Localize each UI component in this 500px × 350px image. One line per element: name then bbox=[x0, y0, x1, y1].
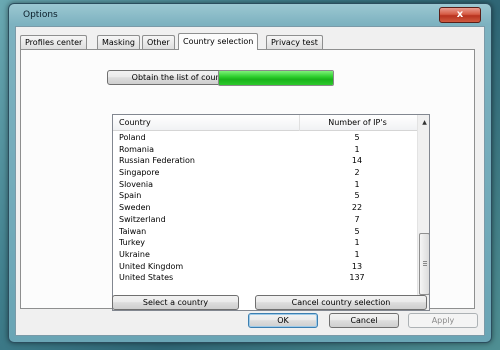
ip-count: 22 bbox=[351, 203, 363, 213]
ip-count: 5 bbox=[354, 191, 360, 201]
country-name: Switzerland bbox=[119, 214, 166, 224]
tab-privacy-test[interactable]: Privacy test bbox=[266, 35, 323, 49]
country-selection-panel: Obtain the list of countries Country Num… bbox=[20, 49, 475, 311]
options-window: Options x Profiles center Masking Other … bbox=[8, 3, 492, 343]
ip-count: 1 bbox=[354, 249, 360, 259]
country-list[interactable]: Country Number of IP's Poland 5 Romania 1 Ru… bbox=[112, 114, 430, 311]
cancel-country-selection-button[interactable]: Cancel country selection bbox=[255, 295, 427, 310]
list-item[interactable]: Poland 5 bbox=[113, 132, 417, 144]
tab-profiles-center[interactable]: Profiles center bbox=[20, 35, 88, 49]
country-name: Spain bbox=[119, 191, 142, 201]
dialog-client-area: Profiles center Masking Other Country se… bbox=[15, 26, 485, 336]
column-header-country[interactable]: Country bbox=[119, 115, 299, 131]
tab-masking[interactable]: Masking bbox=[97, 35, 140, 49]
country-name: Romania bbox=[119, 144, 154, 154]
list-item[interactable]: Taiwan 5 bbox=[113, 226, 417, 238]
close-icon: x bbox=[456, 9, 464, 20]
list-item[interactable]: Switzerland 7 bbox=[113, 214, 417, 226]
select-country-button[interactable]: Select a country bbox=[112, 295, 239, 310]
ip-count: 1 bbox=[354, 238, 360, 248]
country-name: Taiwan bbox=[119, 226, 147, 236]
ip-count: 7 bbox=[354, 214, 360, 224]
list-item[interactable]: Russian Federation 14 bbox=[113, 155, 417, 167]
list-header: Country Number of IP's bbox=[113, 115, 417, 131]
country-name: Russian Federation bbox=[119, 156, 195, 166]
list-rows: Poland 5 Romania 1 Russian Federation 14 Singa… bbox=[113, 132, 417, 284]
ip-count: 137 bbox=[349, 273, 365, 283]
list-item[interactable]: Romania 1 bbox=[113, 144, 417, 156]
window-title: Options bbox=[23, 10, 58, 20]
column-header-ip-count[interactable]: Number of IP's bbox=[299, 115, 415, 131]
ip-count: 1 bbox=[354, 144, 360, 154]
country-name: Singapore bbox=[119, 168, 160, 178]
list-item[interactable]: Ukraine 1 bbox=[113, 249, 417, 261]
progress-bar bbox=[218, 70, 334, 86]
vertical-scrollbar[interactable]: ▲ ▼ bbox=[417, 115, 429, 310]
list-item[interactable]: Slovenia 1 bbox=[113, 179, 417, 191]
country-name: Turkey bbox=[119, 238, 146, 248]
apply-button[interactable]: Apply bbox=[408, 313, 478, 328]
list-item[interactable]: United States 137 bbox=[113, 272, 417, 284]
list-item[interactable]: Turkey 1 bbox=[113, 237, 417, 249]
cancel-button[interactable]: Cancel bbox=[329, 313, 399, 328]
title-bar[interactable]: Options x bbox=[9, 4, 491, 26]
ip-count: 14 bbox=[351, 156, 363, 166]
tab-other[interactable]: Other bbox=[142, 35, 175, 49]
list-item[interactable]: Sweden 22 bbox=[113, 202, 417, 214]
list-item[interactable]: Singapore 2 bbox=[113, 167, 417, 179]
ip-count: 1 bbox=[354, 179, 360, 189]
country-name: Poland bbox=[119, 133, 146, 142]
ip-count: 5 bbox=[354, 133, 360, 142]
scroll-up-icon[interactable]: ▲ bbox=[418, 116, 429, 129]
country-name: United States bbox=[119, 273, 174, 283]
tab-country-selection[interactable]: Country selection bbox=[178, 33, 259, 50]
country-name: United Kingdom bbox=[119, 261, 184, 271]
list-item[interactable]: Spain 5 bbox=[113, 190, 417, 202]
country-name: Slovenia bbox=[119, 179, 154, 189]
list-item[interactable]: United Kingdom 13 bbox=[113, 261, 417, 273]
scroll-thumb[interactable] bbox=[419, 233, 429, 295]
country-name: Sweden bbox=[119, 203, 151, 213]
ok-button[interactable]: OK bbox=[248, 313, 318, 328]
ip-count: 13 bbox=[351, 261, 363, 271]
ip-count: 2 bbox=[354, 168, 360, 178]
ip-count: 5 bbox=[354, 226, 360, 236]
country-name: Ukraine bbox=[119, 249, 150, 259]
progress-fill bbox=[219, 71, 333, 85]
close-button[interactable]: x bbox=[439, 7, 481, 23]
